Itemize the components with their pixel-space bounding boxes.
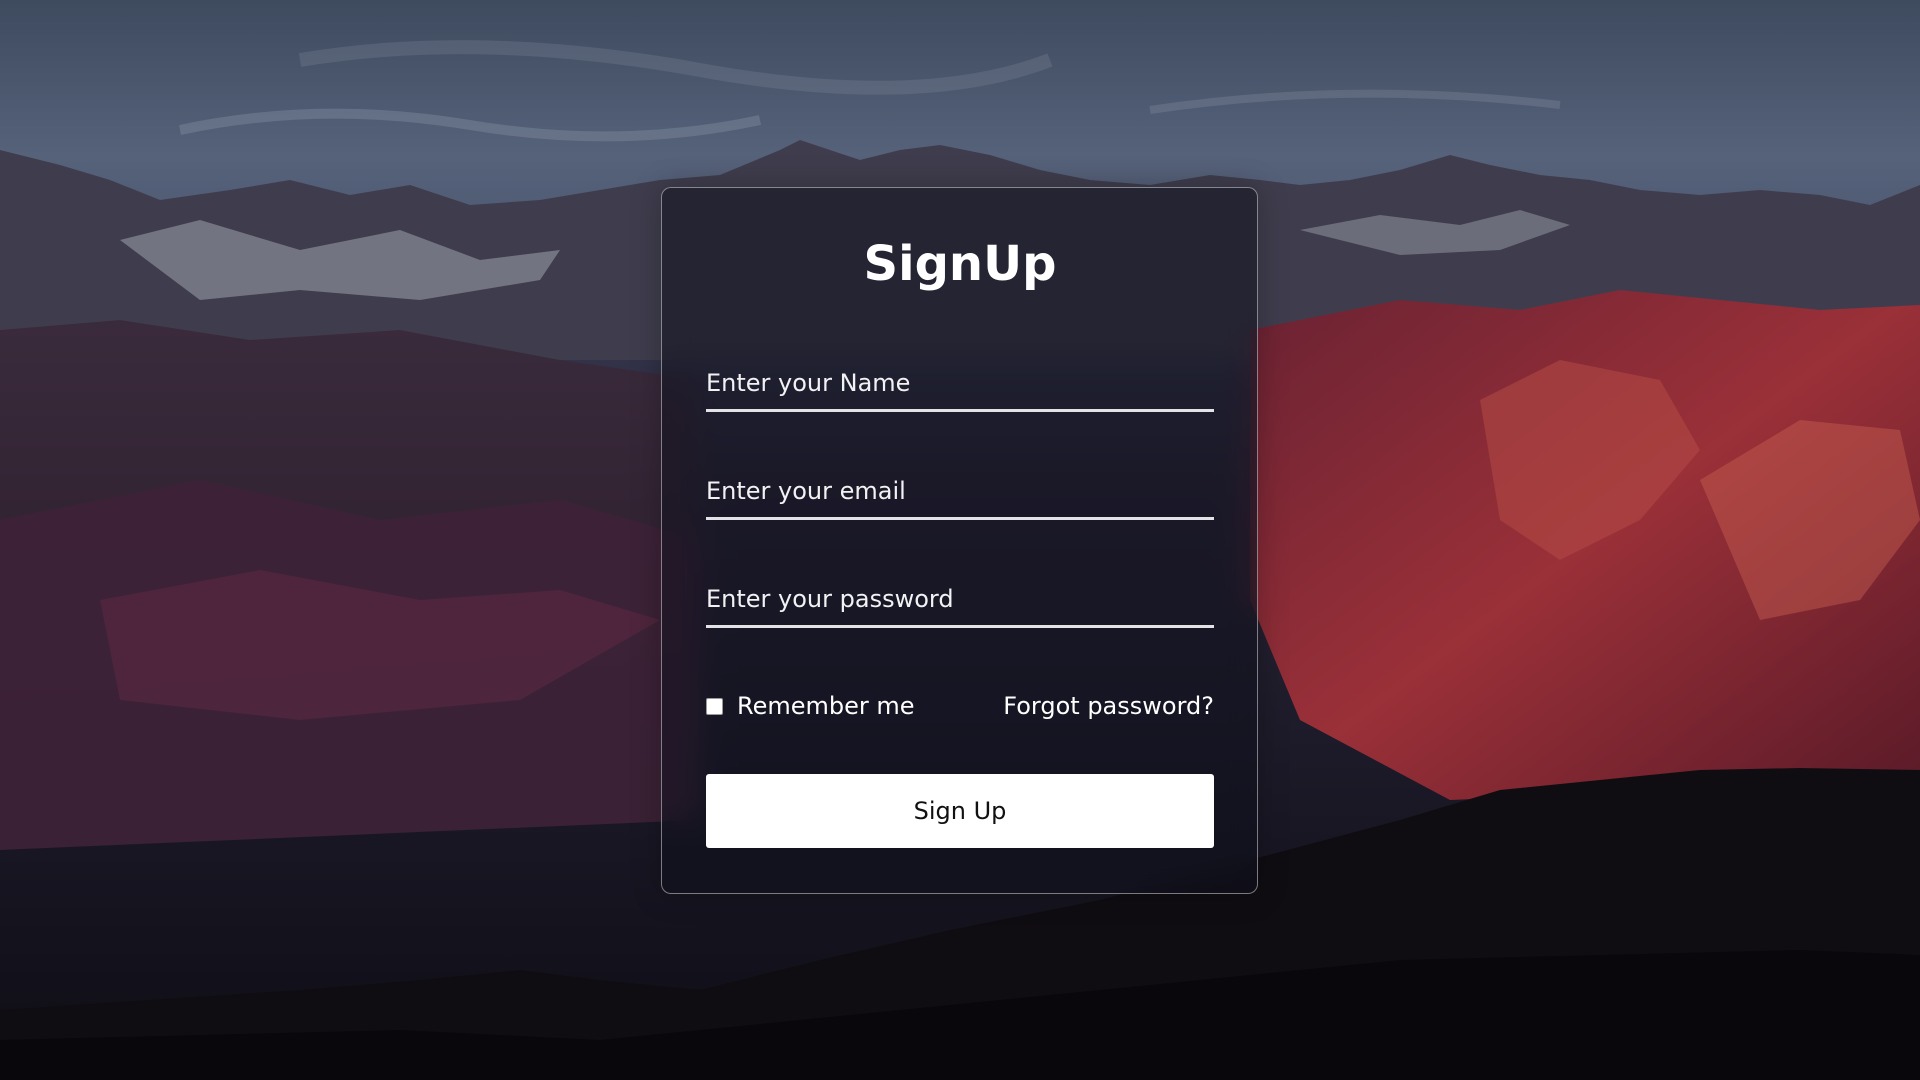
password-field[interactable] <box>706 572 1214 628</box>
email-field[interactable] <box>706 464 1214 520</box>
form-title: SignUp <box>863 236 1057 292</box>
password-input[interactable] <box>706 572 1214 625</box>
email-input[interactable] <box>706 464 1214 517</box>
remember-me-label[interactable]: Remember me <box>737 692 915 720</box>
name-input[interactable] <box>706 356 1214 409</box>
signup-page: SignUp Remember me Forgot password? Sign… <box>0 0 1920 1080</box>
forgot-password-link[interactable]: Forgot password? <box>900 688 1214 724</box>
remember-me-row[interactable]: Remember me <box>706 688 915 724</box>
sign-up-button[interactable]: Sign Up <box>706 774 1214 848</box>
remember-me-checkbox[interactable] <box>706 697 723 715</box>
name-field[interactable] <box>706 356 1214 412</box>
